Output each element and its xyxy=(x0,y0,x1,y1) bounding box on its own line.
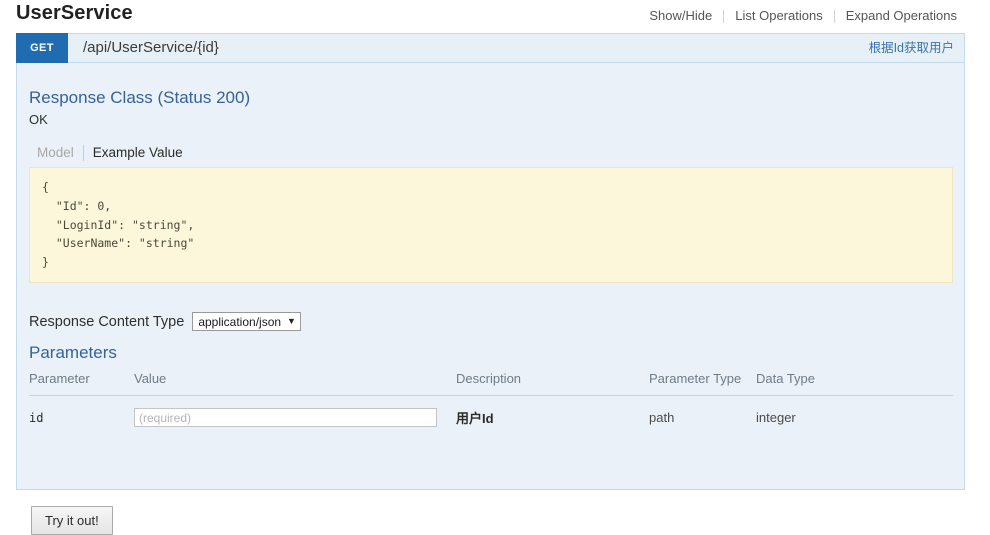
response-class-title: Response Class (Status 200) xyxy=(29,88,251,107)
response-content-type-label: Response Content Type xyxy=(29,313,185,330)
response-content-type-value: application/json xyxy=(198,314,282,329)
tab-example-value[interactable]: Example Value xyxy=(84,144,192,162)
resource-header: UserService Show/Hide List Operations Ex… xyxy=(0,0,990,33)
parameter-name: id xyxy=(29,411,44,425)
expand-operations-link[interactable]: Expand Operations xyxy=(835,8,968,24)
column-header-data-type: Data Type xyxy=(756,371,953,396)
parameter-description-cell: 用户Id xyxy=(456,396,649,440)
model-tabs: Model Example Value xyxy=(28,143,192,163)
example-value-code: { "Id": 0, "LoginId": "string", "UserNam… xyxy=(29,167,953,283)
table-row: id 用户Id path integer xyxy=(29,396,953,440)
operation-path[interactable]: /api/UserService/{id} xyxy=(83,34,219,62)
table-header-row: Parameter Value Description Parameter Ty… xyxy=(29,371,953,396)
operation-content: Response Class (Status 200) OK Model Exa… xyxy=(16,63,965,535)
operation-summary[interactable]: 根据Id获取用户 xyxy=(869,34,954,62)
list-operations-link[interactable]: List Operations xyxy=(724,8,833,24)
parameters-title: Parameters xyxy=(29,343,117,362)
page-title: UserService xyxy=(16,2,133,24)
parameter-type-cell: path xyxy=(649,396,756,440)
show-hide-link[interactable]: Show/Hide xyxy=(638,8,723,24)
column-header-description: Description xyxy=(456,371,649,396)
column-header-parameter-type: Parameter Type xyxy=(649,371,756,396)
id-input[interactable] xyxy=(134,408,437,427)
chevron-down-icon: ▼ xyxy=(287,316,296,326)
parameter-name-cell: id xyxy=(29,396,134,440)
column-header-parameter: Parameter xyxy=(29,371,134,396)
response-status-text: OK xyxy=(29,112,48,127)
column-header-value: Value xyxy=(134,371,456,396)
parameter-data-type: integer xyxy=(756,410,796,425)
http-method-badge: GET xyxy=(16,33,68,63)
parameter-data-type-cell: integer xyxy=(756,396,953,440)
try-it-out-button[interactable]: Try it out! xyxy=(31,506,113,535)
response-content-type-row: Response Content Type application/json ▼ xyxy=(29,312,301,331)
resource-options: Show/Hide List Operations Expand Operati… xyxy=(638,8,968,24)
parameter-value-cell xyxy=(134,396,456,440)
tab-model[interactable]: Model xyxy=(28,144,83,162)
parameter-type: path xyxy=(649,410,675,425)
response-content-type-select[interactable]: application/json ▼ xyxy=(192,312,301,331)
parameters-table: Parameter Value Description Parameter Ty… xyxy=(29,371,953,439)
operation-header[interactable]: GET /api/UserService/{id} 根据Id获取用户 xyxy=(16,33,965,63)
parameter-description: 用户Id xyxy=(456,411,494,426)
